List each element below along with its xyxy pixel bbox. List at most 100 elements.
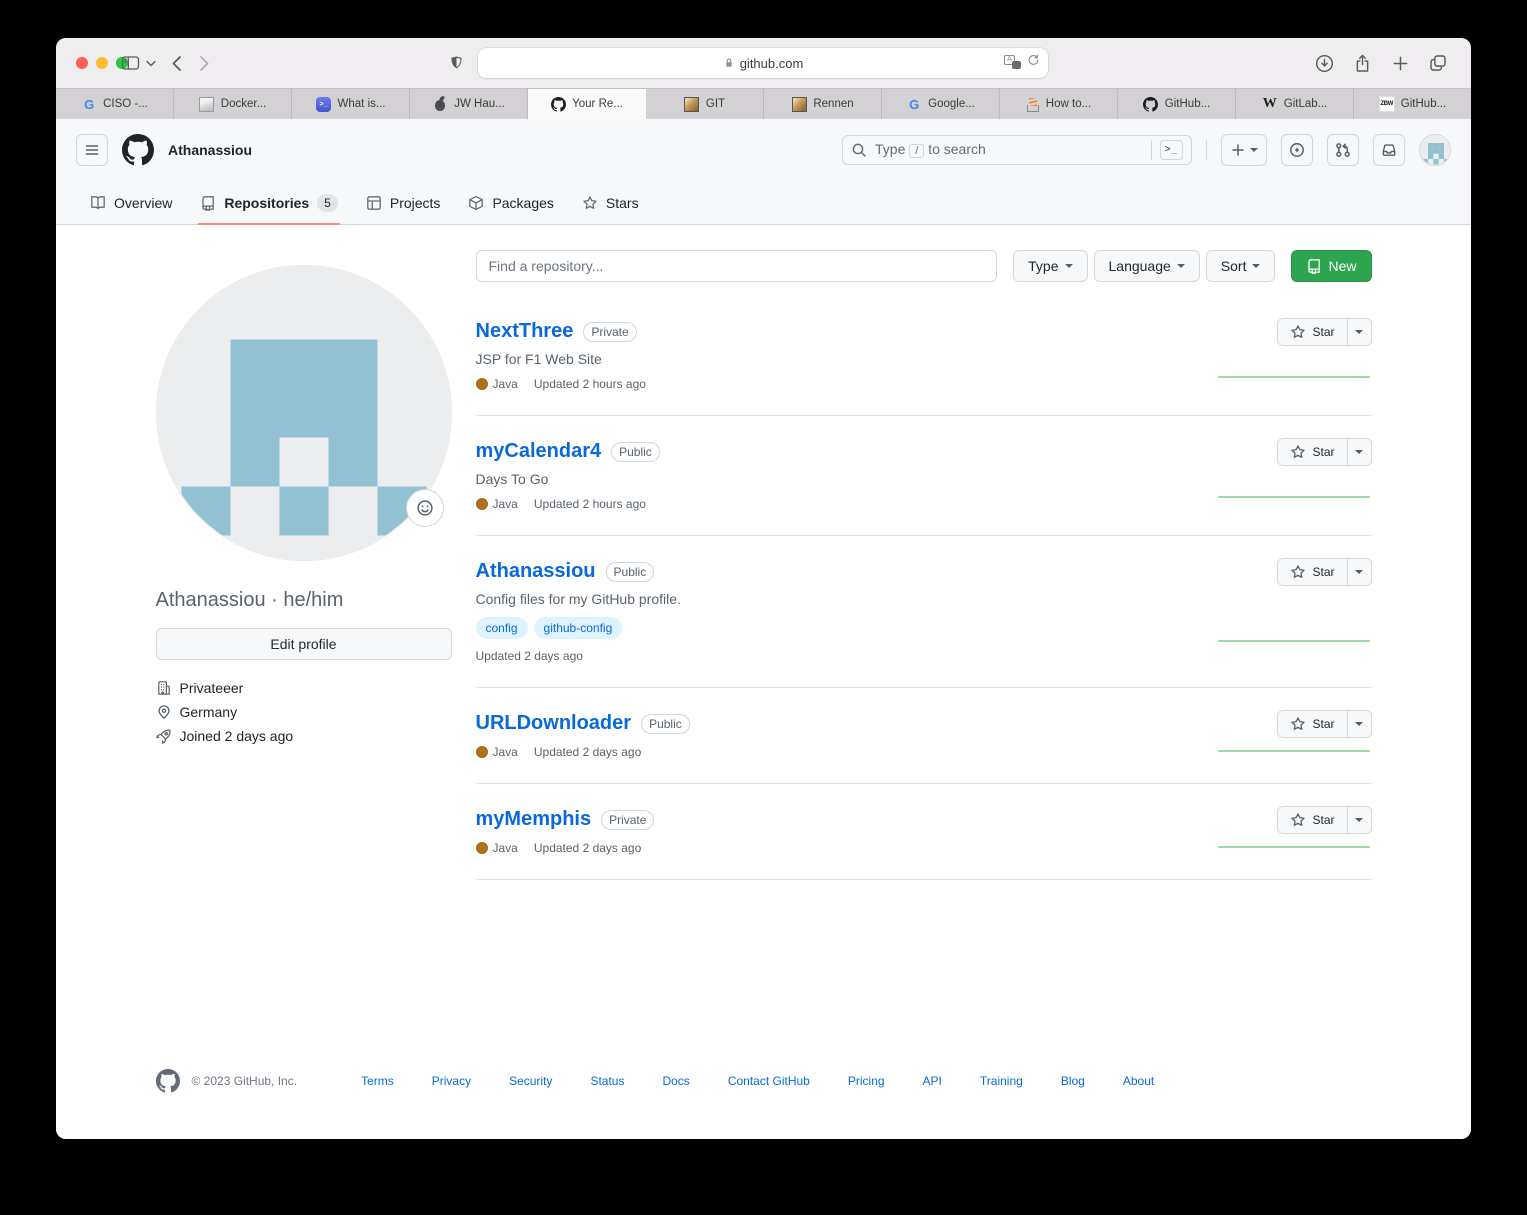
github-footer-logo[interactable] bbox=[155, 1069, 180, 1093]
topic-tag[interactable]: github-config bbox=[533, 617, 623, 639]
browser-tab-github2[interactable]: ZBW GitHub... bbox=[1354, 89, 1471, 119]
repo-row-athanassiou: Athanassiou Public Config files for my G… bbox=[475, 536, 1372, 688]
activity-sparkline bbox=[1217, 750, 1370, 752]
pull-requests-button[interactable] bbox=[1327, 134, 1359, 166]
tab-overview-icon[interactable] bbox=[1426, 51, 1450, 75]
activity-sparkline bbox=[1217, 376, 1370, 378]
browser-tab-docker[interactable]: Docker... bbox=[174, 89, 292, 119]
edit-profile-button[interactable]: Edit profile bbox=[155, 628, 452, 660]
back-icon[interactable] bbox=[164, 51, 188, 75]
context-owner-name[interactable]: Athanassiou bbox=[168, 142, 252, 158]
repo-link[interactable]: Athanassiou bbox=[476, 560, 596, 583]
user-avatar[interactable] bbox=[1419, 134, 1451, 166]
browser-tab-rennen[interactable]: Rennen bbox=[764, 89, 882, 119]
footer-link-api[interactable]: API bbox=[923, 1074, 942, 1088]
star-button[interactable]: Star bbox=[1277, 438, 1348, 466]
share-icon[interactable] bbox=[1350, 51, 1374, 75]
new-tab-icon[interactable] bbox=[1388, 51, 1412, 75]
forward-icon[interactable] bbox=[192, 51, 216, 75]
footer-link-security[interactable]: Security bbox=[509, 1074, 552, 1088]
tab-overview[interactable]: Overview bbox=[80, 181, 182, 224]
footer-link-status[interactable]: Status bbox=[590, 1074, 624, 1088]
caret-down-icon bbox=[1252, 264, 1261, 268]
stackoverflow-favicon bbox=[1026, 97, 1040, 112]
language-dot bbox=[475, 378, 488, 390]
language-filter-button[interactable]: Language bbox=[1093, 250, 1200, 282]
search-icon bbox=[852, 143, 866, 157]
activity-sparkline bbox=[1217, 846, 1370, 848]
repo-link[interactable]: myMemphis bbox=[476, 808, 592, 831]
chevron-down-icon[interactable] bbox=[144, 51, 158, 75]
tab-repositories[interactable]: Repositories 5 bbox=[190, 181, 348, 225]
minimize-window-button[interactable] bbox=[96, 57, 108, 69]
repo-link[interactable]: NextThree bbox=[476, 320, 574, 343]
browser-tab-google[interactable]: G Google... bbox=[882, 89, 1000, 119]
star-icon bbox=[1291, 717, 1306, 730]
star-button[interactable]: Star bbox=[1277, 710, 1348, 738]
browser-tab-github[interactable]: GitHub... bbox=[1118, 89, 1236, 119]
set-status-button[interactable] bbox=[405, 489, 444, 527]
search-placeholder: Type / to search bbox=[875, 141, 986, 158]
star-dropdown-button[interactable] bbox=[1347, 558, 1372, 586]
global-search-input[interactable]: Type / to search >_ bbox=[842, 135, 1192, 165]
browser-tab-git[interactable]: GIT bbox=[646, 89, 764, 119]
activity-sparkline bbox=[1217, 496, 1370, 498]
hamburger-menu-button[interactable] bbox=[76, 134, 108, 166]
notifications-inbox-button[interactable] bbox=[1373, 134, 1405, 166]
star-icon bbox=[1291, 813, 1306, 826]
tab-stars[interactable]: Stars bbox=[572, 181, 649, 224]
topic-tag[interactable]: config bbox=[475, 617, 528, 639]
wikipedia-favicon: W bbox=[1262, 96, 1277, 111]
browser-tab-your-repositories[interactable]: Your Re... bbox=[528, 89, 646, 119]
find-repository-input[interactable] bbox=[475, 250, 998, 282]
tab-projects[interactable]: Projects bbox=[356, 181, 451, 224]
create-new-button[interactable] bbox=[1221, 134, 1267, 166]
browser-tab-ciso[interactable]: G CISO -... bbox=[56, 89, 174, 119]
repo-count-badge: 5 bbox=[317, 193, 338, 212]
tab-packages[interactable]: Packages bbox=[458, 181, 563, 224]
visibility-badge: Private bbox=[583, 321, 637, 342]
browser-tab-how-to[interactable]: How to... bbox=[1000, 89, 1118, 119]
browser-tab-gitlab[interactable]: W GitLab... bbox=[1236, 89, 1354, 119]
footer-link-training[interactable]: Training bbox=[980, 1074, 1023, 1088]
sidebar-toggle-icon[interactable] bbox=[118, 51, 142, 75]
downloads-icon[interactable] bbox=[1312, 51, 1336, 75]
profile-location: Germany bbox=[156, 704, 452, 720]
repo-updated: Updated 2 hours ago bbox=[533, 377, 646, 391]
github-page: Athanassiou Type / to search >_ Overview… bbox=[56, 119, 1471, 1139]
star-dropdown-button[interactable] bbox=[1347, 710, 1372, 738]
command-palette-icon[interactable]: >_ bbox=[1159, 140, 1183, 160]
privacy-shield-icon[interactable] bbox=[444, 51, 468, 75]
reload-icon[interactable] bbox=[1027, 53, 1040, 70]
browser-tab-what-is[interactable]: >_ What is... bbox=[292, 89, 410, 119]
github-logo[interactable] bbox=[122, 134, 154, 166]
star-button[interactable]: Star bbox=[1277, 806, 1348, 834]
footer-link-blog[interactable]: Blog bbox=[1061, 1074, 1085, 1088]
repo-link[interactable]: myCalendar4 bbox=[476, 440, 602, 463]
close-window-button[interactable] bbox=[76, 57, 88, 69]
footer-link-pricing[interactable]: Pricing bbox=[848, 1074, 885, 1088]
browser-tab-jw[interactable]: JW Hau... bbox=[410, 89, 528, 119]
new-repository-button[interactable]: New bbox=[1291, 250, 1372, 282]
type-filter-button[interactable]: Type bbox=[1013, 250, 1088, 282]
star-dropdown-button[interactable] bbox=[1347, 438, 1372, 466]
footer-link-contact[interactable]: Contact GitHub bbox=[728, 1074, 810, 1088]
star-button[interactable]: Star bbox=[1277, 318, 1348, 346]
star-dropdown-button[interactable] bbox=[1347, 806, 1372, 834]
footer-link-terms[interactable]: Terms bbox=[361, 1074, 394, 1088]
footer-link-docs[interactable]: Docs bbox=[662, 1074, 689, 1088]
star-button[interactable]: Star bbox=[1277, 558, 1348, 586]
repositories-panel: Type Language Sort New NextThree Private bbox=[475, 249, 1372, 959]
footer-link-privacy[interactable]: Privacy bbox=[432, 1074, 471, 1088]
star-dropdown-button[interactable] bbox=[1347, 318, 1372, 346]
footer-link-about[interactable]: About bbox=[1123, 1074, 1154, 1088]
visibility-badge: Public bbox=[605, 561, 655, 582]
repo-link[interactable]: URLDownloader bbox=[476, 712, 632, 735]
repo-description: JSP for F1 Web Site bbox=[475, 351, 602, 367]
translate-icon[interactable]: A bbox=[1004, 54, 1021, 69]
caret-down-icon bbox=[1355, 818, 1363, 822]
issues-button[interactable] bbox=[1281, 134, 1313, 166]
address-bar[interactable]: github.com A bbox=[478, 48, 1048, 78]
sort-filter-button[interactable]: Sort bbox=[1205, 250, 1276, 282]
organization-icon bbox=[157, 681, 170, 695]
